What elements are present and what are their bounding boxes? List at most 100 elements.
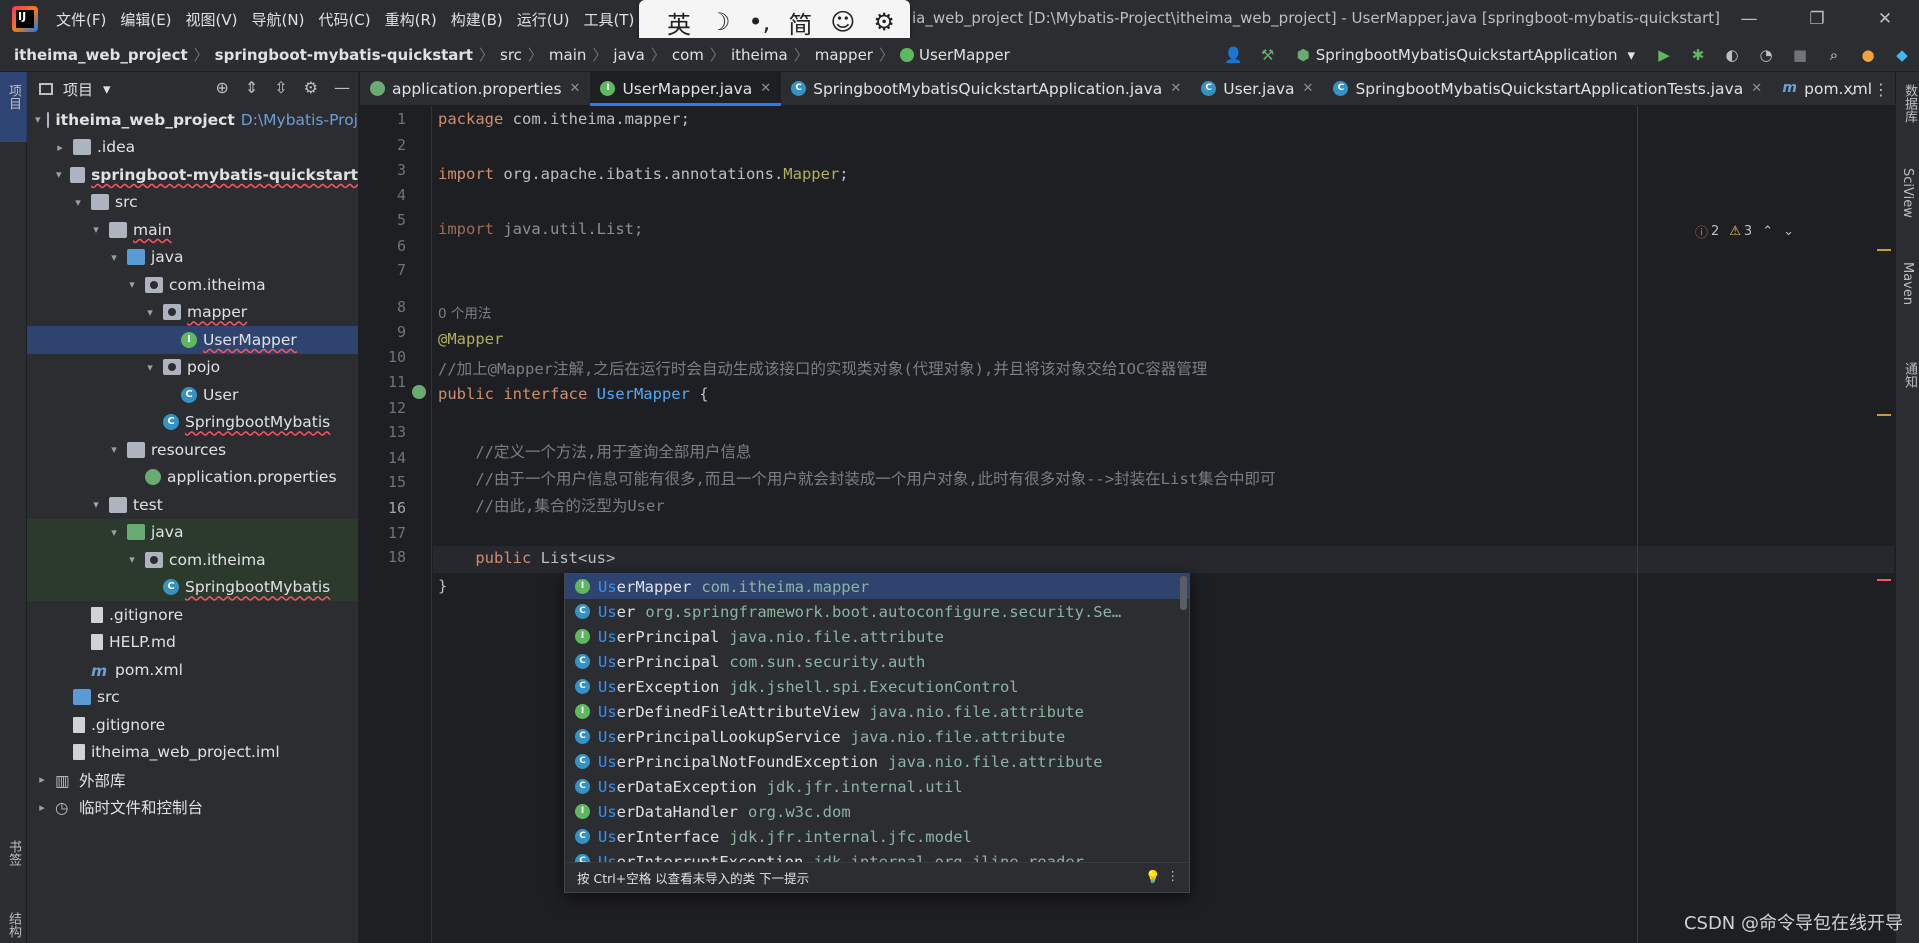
menu-edit[interactable]: 编辑(E) [120, 9, 171, 30]
tree-item[interactable]: .gitignore [27, 711, 358, 739]
coverage-icon[interactable]: ◐ [1721, 44, 1743, 66]
tree-item[interactable]: ▾ java [27, 518, 358, 546]
run-configuration-selector[interactable]: ⬢ SpringbootMybatisQuickstartApplication… [1297, 46, 1635, 64]
menu-refactor[interactable]: 重构(R) [385, 9, 437, 30]
line-number[interactable]: 4 [360, 186, 406, 204]
completion-item[interactable]: C Us erDataException jdk.jfr.internal.util [565, 774, 1189, 799]
menu-tools[interactable]: 工具(T) [583, 9, 634, 30]
locate-icon[interactable]: ⊕ [215, 78, 228, 97]
breadcrumb-item[interactable]: springboot-mybatis-quickstart [215, 46, 473, 64]
line-number[interactable]: 12 [360, 399, 406, 417]
usage-hint[interactable]: 0 个用法 [438, 302, 491, 322]
menu-view[interactable]: 视图(V) [186, 9, 238, 30]
line-number[interactable]: 14 [360, 449, 406, 467]
more-icon[interactable]: ⋮ [1167, 868, 1180, 883]
ime-moon-icon[interactable]: ☽ [709, 8, 731, 36]
chevron-down-icon[interactable]: ▾ [71, 196, 85, 209]
editor-tab[interactable]: C SpringbootMybatisQuickstartApplication.… [781, 72, 1191, 105]
run-icon[interactable]: ▶ [1653, 44, 1675, 66]
close-tab-icon[interactable]: ✕ [760, 81, 771, 96]
menu-build[interactable]: 构建(B) [451, 9, 503, 30]
chevron-down-icon[interactable]: ⌄ [1846, 80, 1859, 99]
tree-item[interactable]: ▾ src [27, 189, 358, 217]
tree-item[interactable]: ▸ .idea [27, 134, 358, 162]
tree-item[interactable]: I UserMapper [27, 326, 358, 354]
completion-item[interactable]: C Us erPrincipalLookupService java.nio.file… [565, 724, 1189, 749]
editor-gutter[interactable]: 1 2 3 4 5 6 7 8 9 10 11 12 13 14 15 16 17 18 [360, 106, 432, 943]
menu-file[interactable]: 文件(F) [56, 9, 106, 30]
completion-item[interactable]: I Us erDefinedFileAttributeView java.nio.fi… [565, 699, 1189, 724]
completion-item[interactable]: C Us er org.springframework.boot.autoconfig… [565, 599, 1189, 624]
search-icon[interactable]: ⌕ [1823, 44, 1845, 66]
chevron-down-icon[interactable]: ▾ [125, 278, 139, 291]
ime-simplified-toggle[interactable]: 简 [788, 5, 812, 40]
database-tool-button[interactable]: 数据库 [1900, 84, 1919, 123]
chevron-down-icon[interactable]: ▾ [103, 80, 111, 98]
tree-item[interactable]: HELP.md [27, 629, 358, 657]
editor-tab[interactable]: C SpringbootMybatisQuickstartApplicationT… [1323, 72, 1772, 105]
error-marker[interactable] [1877, 579, 1891, 581]
tree-item[interactable]: ▾ itheima_web_project D:\Mybatis-Proj [27, 106, 358, 134]
user-icon[interactable]: 👤 [1223, 44, 1245, 66]
notifications-tool-button[interactable]: 通知 [1900, 362, 1919, 388]
breadcrumb-item[interactable]: src [500, 46, 522, 64]
project-tool-button[interactable]: 项目 [4, 84, 23, 110]
close-tab-icon[interactable]: ✕ [1303, 81, 1314, 96]
intellij-logo-icon[interactable]: IJ [12, 6, 38, 32]
editor-tab[interactable]: C User.java ✕ [1191, 72, 1323, 105]
more-icon[interactable]: ⋮ [1873, 80, 1889, 99]
tree-item[interactable]: application.properties [27, 464, 358, 492]
line-number[interactable]: 17 [360, 524, 406, 542]
menu-navigate[interactable]: 导航(N) [252, 9, 305, 30]
debug-icon[interactable]: ✱ [1687, 44, 1709, 66]
tree-item[interactable]: C SpringbootMybatis [27, 573, 358, 601]
line-number[interactable]: 3 [360, 161, 406, 179]
close-button[interactable]: ✕ [1851, 9, 1919, 29]
chevron-right-icon[interactable]: ▸ [35, 773, 49, 786]
breadcrumb-item[interactable]: main [549, 46, 586, 64]
chevron-down-icon[interactable]: ▾ [35, 113, 41, 126]
editor-tab[interactable]: I UserMapper.java ✕ [590, 72, 782, 106]
line-number[interactable]: 13 [360, 423, 406, 441]
lightbulb-icon[interactable]: 💡 [1145, 869, 1161, 885]
line-number[interactable]: 7 [360, 261, 406, 279]
tree-item[interactable]: ▾ com.itheima [27, 546, 358, 574]
close-tab-icon[interactable]: ✕ [570, 81, 581, 96]
line-number[interactable]: 10 [360, 348, 406, 366]
tree-item[interactable]: ▸ ▥ 外部库 [27, 766, 358, 794]
line-number[interactable]: 5 [360, 211, 406, 229]
editor-tab[interactable]: application.properties ✕ [360, 72, 590, 105]
tree-item[interactable]: ▾ resources [27, 436, 358, 464]
breadcrumb-item[interactable]: itheima_web_project [14, 46, 188, 64]
tree-item[interactable]: ▾ test [27, 491, 358, 519]
profile-icon[interactable]: ◔ [1755, 44, 1777, 66]
update-icon[interactable]: ● [1857, 44, 1879, 66]
tree-item[interactable]: ▾ main [27, 216, 358, 244]
chevron-down-icon[interactable]: ▾ [107, 526, 121, 539]
tree-item[interactable]: C User [27, 381, 358, 409]
tree-item[interactable]: ▾ mapper [27, 299, 358, 327]
chevron-down-icon[interactable]: ▾ [143, 361, 157, 374]
warning-marker[interactable] [1877, 249, 1891, 251]
completion-scrollbar[interactable] [1180, 576, 1187, 610]
completion-item[interactable]: C Us erException jdk.jshell.spi.ExecutionCo… [565, 674, 1189, 699]
breadcrumb-item[interactable]: itheima [731, 46, 788, 64]
close-tab-icon[interactable]: ✕ [1751, 81, 1762, 96]
chevron-down-icon[interactable]: ▾ [89, 498, 103, 511]
chevron-up-icon[interactable]: ⌃ [1762, 224, 1773, 239]
completion-item[interactable]: I Us erPrincipal java.nio.file.attribute [565, 624, 1189, 649]
bookmarks-tool-button[interactable]: 书签 [4, 840, 23, 866]
tree-item[interactable]: ▸ ◷ 临时文件和控制台 [27, 794, 358, 822]
completion-item[interactable]: I Us erMapper com.itheima.mapper [565, 574, 1189, 599]
line-number[interactable]: 2 [360, 136, 406, 154]
completion-footer-text[interactable]: 按 Ctrl+空格 以查看未导入的类 下一提示 [577, 868, 809, 887]
chevron-down-icon[interactable]: ▾ [89, 223, 103, 236]
tree-item[interactable]: ▾ springboot-mybatis-quickstart [27, 161, 358, 189]
chevron-down-icon[interactable]: ⌄ [1783, 224, 1794, 239]
ime-language-toggle[interactable]: 英 [667, 5, 691, 40]
breadcrumb-item[interactable]: mapper [815, 46, 873, 64]
breadcrumb-item[interactable]: java [613, 46, 644, 64]
warning-marker[interactable] [1877, 414, 1891, 416]
line-number[interactable]: 11 [360, 373, 406, 391]
chevron-down-icon[interactable]: ▾ [107, 251, 121, 264]
